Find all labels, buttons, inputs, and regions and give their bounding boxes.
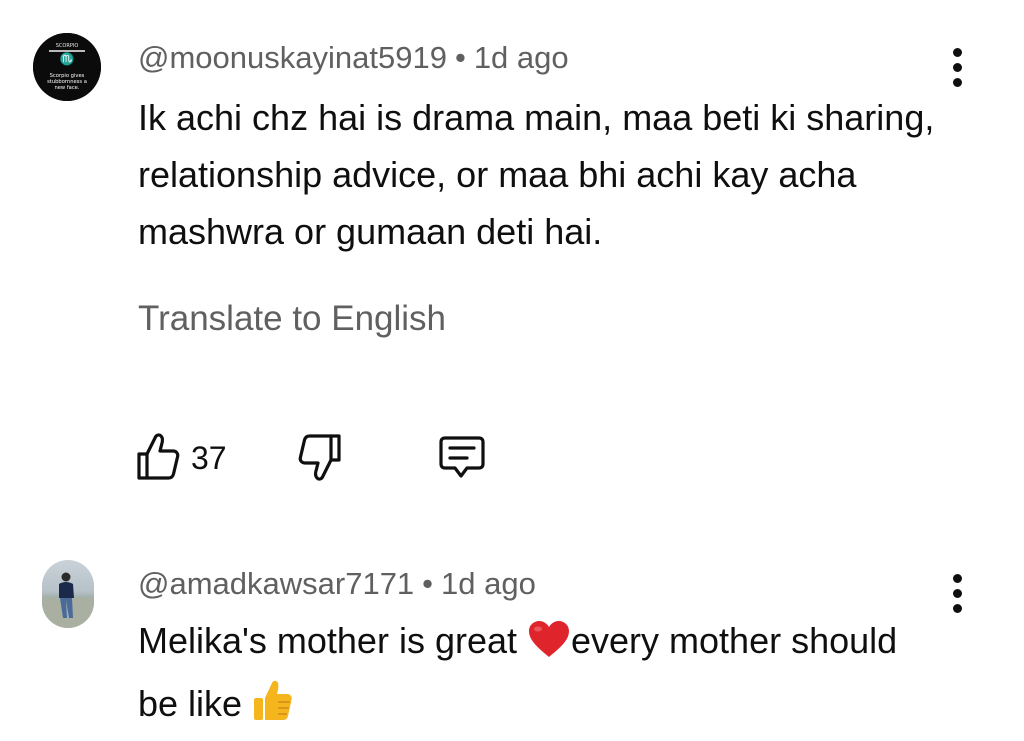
reply-comment-icon — [439, 436, 485, 478]
dislike-button[interactable] — [297, 432, 343, 484]
like-count: 37 — [191, 440, 227, 476]
comment-timestamp[interactable]: 1d ago — [474, 40, 569, 75]
translate-button[interactable]: Translate to English — [138, 299, 446, 339]
comment-author[interactable]: @moonuskayinat5919 — [138, 40, 447, 75]
comment-text-part: Melika's mother is great — [138, 620, 528, 661]
more-vert-icon-dot — [952, 62, 962, 72]
red-heart-emoji — [527, 618, 571, 675]
comment-text: Melika's mother is great every mother sh… — [138, 612, 938, 738]
meta-separator: • — [422, 566, 434, 601]
comment-timestamp[interactable]: 1d ago — [441, 566, 536, 601]
thumbs-down-outline-icon — [298, 434, 341, 481]
reply-button[interactable] — [437, 434, 487, 480]
avatar-image: SCORPIO ♏ Scorpio gives stubbornness a n… — [33, 33, 101, 101]
more-vert-icon — [952, 47, 962, 57]
thumbs-up-emoji — [252, 678, 294, 738]
svg-text:new face.: new face. — [54, 85, 79, 91]
avatar-image — [42, 572, 94, 628]
comment-menu-button[interactable] — [942, 568, 972, 618]
more-vert-icon-dot — [952, 77, 962, 87]
avatar-label-top: SCORPIO — [56, 43, 79, 49]
meta-separator: • — [454, 40, 466, 75]
comment-author[interactable]: @amadkawsar7171 — [138, 566, 414, 601]
more-vert-icon — [952, 573, 962, 583]
comment-text: Ik achi chz hai is drama main, maa beti … — [138, 97, 935, 252]
avatar[interactable] — [42, 560, 94, 628]
like-button[interactable] — [135, 430, 181, 482]
avatar[interactable]: SCORPIO ♏ Scorpio gives stubbornness a n… — [33, 33, 101, 101]
comment-item: SCORPIO ♏ Scorpio gives stubbornness a n… — [0, 0, 1024, 540]
more-vert-icon-dot — [952, 603, 962, 613]
more-vert-icon-dot — [952, 588, 962, 598]
comment-menu-button[interactable] — [942, 42, 972, 92]
svg-text:♏: ♏ — [60, 52, 75, 66]
thumbs-up-outline-icon — [137, 433, 180, 480]
comment-meta: @amadkawsar7171 • 1d ago — [138, 566, 536, 602]
comment-meta: @moonuskayinat5919 • 1d ago — [138, 40, 569, 76]
